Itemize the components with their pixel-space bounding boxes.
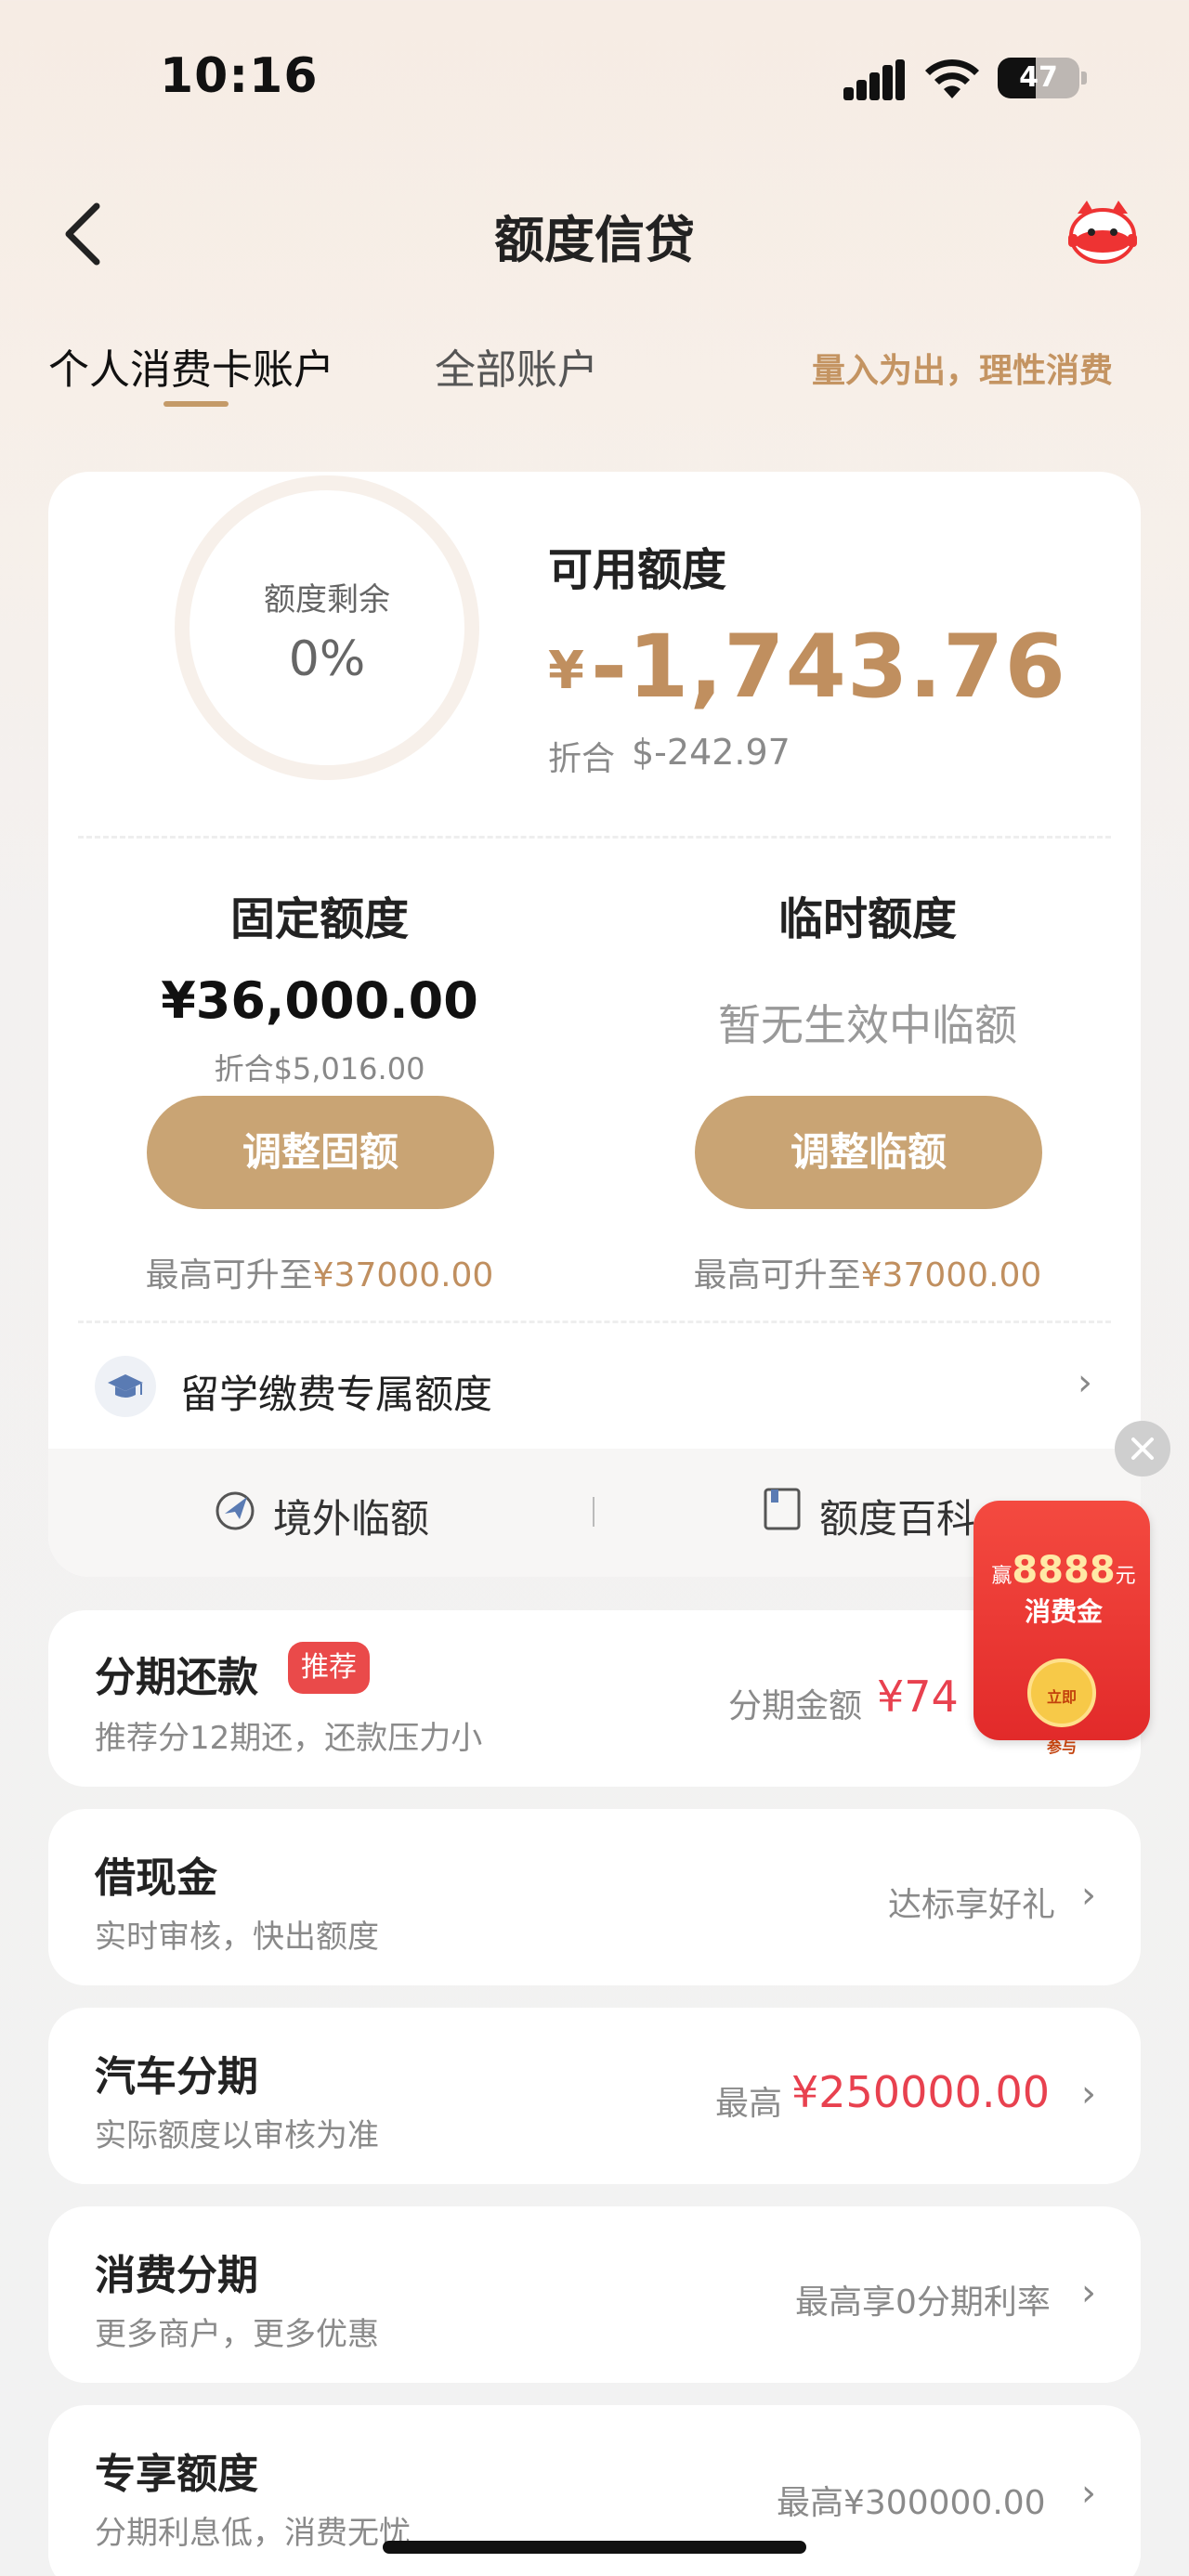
available-credit-currency: ¥ <box>548 641 584 701</box>
chevron-right-icon[interactable]: › <box>1078 1361 1092 1404</box>
temporary-credit-empty: 暂无生效中临额 <box>718 1000 1017 1050</box>
divider <box>78 836 1111 839</box>
list-item-subtitle: 分期利息低，消费无忧 <box>95 2515 411 2552</box>
chevron-left-icon[interactable] <box>56 197 111 271</box>
chevron-right-icon[interactable]: › <box>1081 2472 1096 2515</box>
divider <box>78 1321 1111 1323</box>
adjust-temporary-credit-button[interactable]: 调整临额 <box>695 1096 1042 1209</box>
promo-prefix: 赢 <box>991 1565 1013 1588</box>
chevron-right-icon[interactable]: › <box>1081 1874 1096 1917</box>
promo-unit: 元 <box>1115 1565 1136 1588</box>
status-time: 10:16 <box>160 48 319 104</box>
chevron-right-icon[interactable]: › <box>1081 2271 1096 2314</box>
overseas-temporary-credit-link[interactable]: 境外临额 <box>273 1488 429 1544</box>
battery-level: 47 <box>1019 61 1058 94</box>
list-item-subtitle: 推荐分12期还，还款压力小 <box>95 1720 483 1757</box>
list-item-title: 分期还款 <box>95 1654 258 1701</box>
graduation-cap-icon <box>95 1356 156 1417</box>
available-credit-value: -1,743.76 <box>591 617 1066 718</box>
page-title: 额度信贷 <box>494 211 695 269</box>
available-credit-label: 可用额度 <box>548 544 727 596</box>
home-indicator[interactable] <box>383 2541 806 2554</box>
list-item-subtitle: 更多商户，更多优惠 <box>95 2316 379 2353</box>
book-icon <box>764 1488 801 1530</box>
separator <box>593 1497 594 1527</box>
ring-label: 额度剩余 <box>264 581 390 618</box>
temporary-max-line: 最高可升至¥37000.00 <box>626 1248 1109 1296</box>
list-item-right-label: 最高 <box>715 2085 783 2123</box>
active-tab-indicator <box>163 401 229 407</box>
fixed-max-amount: ¥37000.00 <box>312 1256 494 1295</box>
tab-all-accounts[interactable]: 全部账户 <box>435 336 598 396</box>
promo-headline: 赢8888元 <box>985 1549 1143 1592</box>
list-item-title: 专享额度 <box>95 2451 258 2498</box>
close-icon[interactable] <box>1115 1421 1170 1477</box>
fixed-credit-title: 固定额度 <box>229 893 409 945</box>
globe-plane-icon <box>216 1491 255 1530</box>
study-abroad-credit-link[interactable]: 留学缴费专属额度 <box>180 1363 492 1420</box>
list-item-right-label: 最高¥300000.00 <box>777 2484 1046 2522</box>
wifi-icon <box>925 59 979 98</box>
remaining-ratio-ring <box>175 475 479 780</box>
promo-cta-line1: 立即 <box>1046 1688 1077 1706</box>
temporary-credit-title: 临时额度 <box>777 893 957 945</box>
list-item-right-amount: ¥74 <box>877 1672 959 1722</box>
list-item-right-label: 最高享0分期利率 <box>795 2283 1051 2322</box>
credit-encyclopedia-link[interactable]: 额度百科 <box>819 1488 975 1544</box>
usd-equivalent-label: 折合 <box>548 740 616 778</box>
chevron-right-icon[interactable]: › <box>1081 2073 1096 2115</box>
mascot-icon[interactable] <box>1061 197 1144 271</box>
tab-personal-account[interactable]: 个人消费卡账户 <box>48 336 334 396</box>
battery-icon: 47 <box>998 58 1087 98</box>
temporary-max-prefix: 最高可升至 <box>693 1256 861 1295</box>
slogan-text: 量入为出，理性消费 <box>812 352 1114 390</box>
fixed-max-prefix: 最高可升至 <box>145 1256 313 1295</box>
list-item-right-amount: ¥250000.00 <box>791 2067 1051 2117</box>
fixed-credit-value: ¥36,000.00 <box>161 971 478 1030</box>
promo-subtitle: 消费金 <box>1024 1596 1103 1627</box>
temporary-max-amount: ¥37000.00 <box>860 1256 1042 1295</box>
fixed-max-line: 最高可升至¥37000.00 <box>78 1248 561 1296</box>
list-item-title: 借现金 <box>95 1854 217 1902</box>
list-item-title: 消费分期 <box>95 2252 258 2299</box>
cellular-signal-icon <box>843 59 905 100</box>
ring-value: 0% <box>288 631 366 687</box>
fixed-credit-usd: 折合$5,016.00 <box>214 1051 425 1086</box>
list-item-title: 汽车分期 <box>95 2053 258 2101</box>
promo-join-button[interactable]: 立即 参与 <box>1027 1659 1096 1756</box>
list-item-subtitle: 实时审核，快出额度 <box>95 1919 379 1956</box>
list-item-right-label: 达标享好礼 <box>888 1886 1056 1924</box>
recommend-badge: 推荐 <box>288 1642 370 1694</box>
usd-equivalent-value: $-242.97 <box>632 732 790 773</box>
promo-cta-line2: 参与 <box>1046 1738 1077 1756</box>
list-item-subtitle: 实际额度以审核为准 <box>95 2117 379 2154</box>
adjust-fixed-credit-button[interactable]: 调整固额 <box>147 1096 494 1209</box>
list-item-right-label: 分期金额 <box>728 1687 863 1725</box>
promo-amount: 8888 <box>1012 1549 1116 1592</box>
